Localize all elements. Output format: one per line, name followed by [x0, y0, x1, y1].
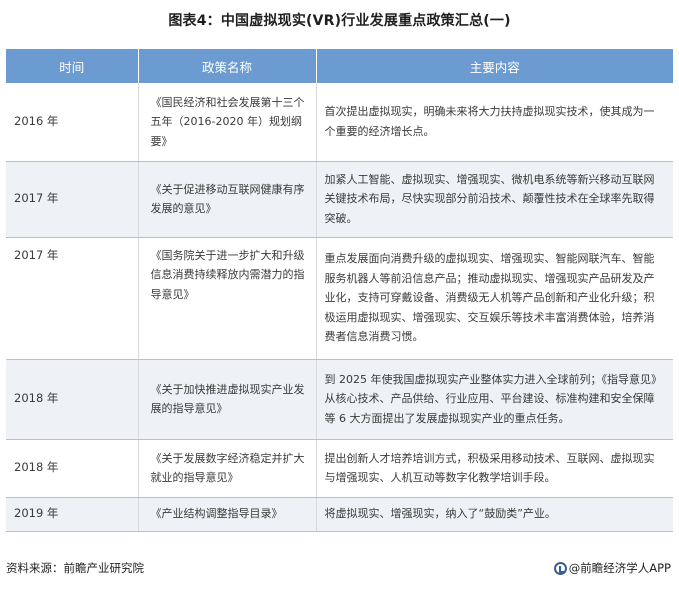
table-row: 2017 年 《国务院关于进一步扩大和升级信息消费持续释放内需潜力的指导意见》 …	[6, 237, 673, 360]
table-row: 2018 年 《关于发展数字经济稳定并扩大就业的指导意见》 提出创新人才培养培训…	[6, 439, 673, 498]
header-time: 时间	[6, 49, 139, 83]
cell-policy: 《关于促进移动互联网健康有序发展的意见》	[138, 161, 317, 238]
cell-content: 提出创新人才培养培训方式，积极采用移动技术、互联网、虚拟现实与增强现实、人机互动…	[316, 439, 673, 498]
brand-logo-icon	[553, 561, 567, 575]
cell-content: 首次提出虚拟现实，明确未来将大力扶持虚拟现实技术，使其成为一个重要的经济增长点。	[316, 83, 673, 162]
table-row: 2017 年 《关于促进移动互联网健康有序发展的意见》 加紧人工智能、虚拟现实、…	[6, 161, 673, 238]
table-row: 2016 年 《国民经济和社会发展第十三个五年（2016-2020 年）规划纲要…	[6, 83, 673, 162]
cell-year: 2016 年	[6, 83, 139, 162]
cell-content: 将虚拟现实、增强现实，纳入了“鼓励类”产业。	[316, 497, 673, 532]
cell-policy: 《产业结构调整指导目录》	[138, 497, 317, 532]
cell-policy: 《国民经济和社会发展第十三个五年（2016-2020 年）规划纲要》	[138, 83, 317, 162]
cell-content: 加紧人工智能、虚拟现实、增强现实、微机电系统等新兴移动互联网关键技术布局，尽快实…	[316, 161, 673, 238]
cell-year: 2017 年	[6, 237, 139, 360]
table-row: 2018 年 《关于加快推进虚拟现实产业发展的指导意见》 到 2025 年使我国…	[6, 359, 673, 440]
header-policy-name: 政策名称	[138, 49, 317, 83]
table-row: 2019 年 《产业结构调整指导目录》 将虚拟现实、增强现实，纳入了“鼓励类”产…	[6, 497, 673, 532]
chart-title: 图表4：中国虚拟现实(VR)行业发展重点政策汇总(一)	[168, 13, 511, 29]
cell-policy: 《关于加快推进虚拟现实产业发展的指导意见》	[138, 359, 317, 440]
header-main-content: 主要内容	[316, 49, 673, 83]
cell-year: 2019 年	[6, 497, 139, 532]
cell-content: 重点发展面向消费升级的虚拟现实、增强现实、智能网联汽车、智能服务机器人等前沿信息…	[316, 237, 673, 360]
table-header-row: 时间 政策名称 主要内容	[6, 49, 673, 83]
cell-year: 2018 年	[6, 359, 139, 440]
cell-year: 2017 年	[6, 161, 139, 238]
source-note: 资料来源：前瞻产业研究院	[6, 561, 144, 575]
brand-credit: @前瞻经济学人APP	[553, 560, 671, 576]
policy-table: 时间 政策名称 主要内容 2016 年 《国民经济和社会发展第十三个五年（201…	[6, 49, 673, 532]
brand-text: @前瞻经济学人APP	[568, 561, 671, 575]
cell-year: 2018 年	[6, 439, 139, 498]
cell-policy: 《国务院关于进一步扩大和升级信息消费持续释放内需潜力的指导意见》	[138, 237, 317, 360]
cell-policy: 《关于发展数字经济稳定并扩大就业的指导意见》	[138, 439, 317, 498]
cell-content: 到 2025 年使我国虚拟现实产业整体实力进入全球前列；《指导意见》从核心技术、…	[316, 359, 673, 440]
